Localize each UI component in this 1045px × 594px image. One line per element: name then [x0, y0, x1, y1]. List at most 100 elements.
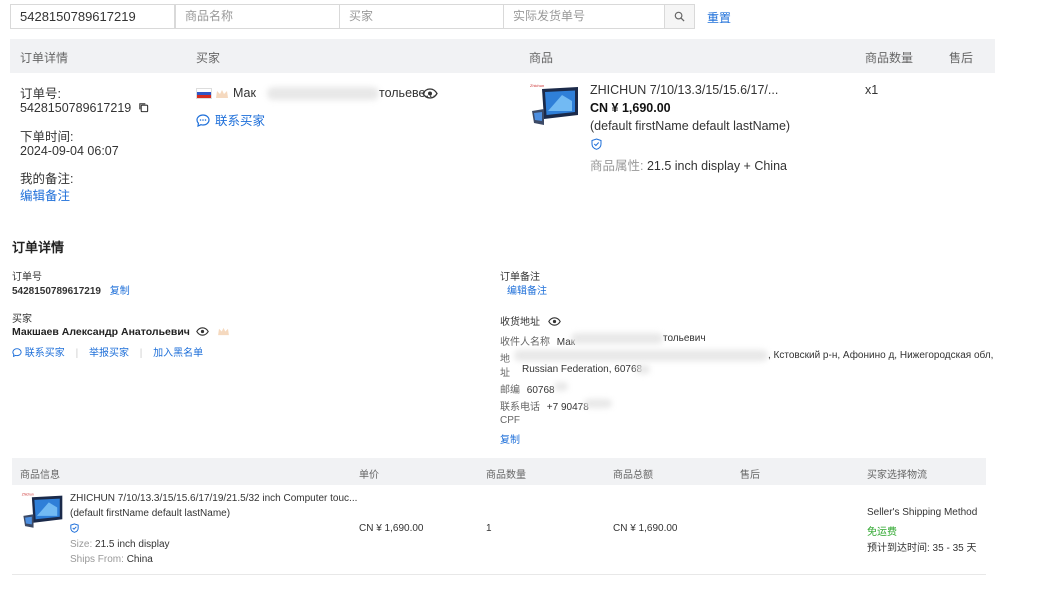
- detail-contact-buyer-label: 联系买家: [24, 348, 65, 359]
- product-title[interactable]: ZHICHUN 7/10/13.3/15/15.6/17/...: [590, 83, 780, 97]
- eye-icon[interactable]: [422, 88, 438, 99]
- col-product: 商品: [529, 51, 554, 65]
- report-buyer-link[interactable]: 举报买家: [89, 348, 129, 359]
- detail-buyer-label: 买家: [12, 314, 32, 325]
- item-size: Size: 21.5 inch display: [70, 539, 170, 550]
- col-item-after-sale: 售后: [740, 470, 760, 481]
- redacted-buyer-name: [267, 87, 379, 100]
- order-number-value: 5428150789617219: [20, 101, 132, 115]
- recipient-row: 收件人名称 Мак: [500, 333, 575, 348]
- buyer-actions: 联系买家 | 举报买家 | 加入黑名单: [12, 344, 203, 359]
- crown-icon: [217, 327, 229, 336]
- monitor-image: Zhichun: [530, 83, 578, 125]
- col-product-info: 商品信息: [20, 470, 60, 481]
- reset-link[interactable]: 重置: [707, 9, 731, 26]
- detail-edit-note-link[interactable]: 编辑备注: [507, 282, 547, 297]
- buyer-summary: Мак: [196, 86, 256, 100]
- ships-from-value: China: [126, 554, 153, 565]
- col-item-quantity: 商品数量: [486, 470, 526, 481]
- svg-text:Zhichun: Zhichun: [530, 83, 544, 88]
- order-table-header: 订单详情 买家 商品 商品数量 售后: [10, 39, 995, 73]
- address-line2: Russian Federation, 60768: [522, 364, 643, 375]
- eye-icon[interactable]: [547, 317, 561, 326]
- divider: |: [139, 348, 143, 359]
- contact-buyer-link[interactable]: 联系买家: [196, 110, 265, 129]
- address-label-1: 地: [500, 354, 510, 365]
- col-buyer: 买家: [196, 51, 221, 65]
- copy-address-link[interactable]: 复制: [500, 431, 520, 446]
- shipping-address-label: 收货地址: [500, 317, 540, 328]
- phone-label: 联系电话: [500, 402, 540, 413]
- shield-check-icon: [591, 138, 602, 150]
- chat-icon: [196, 114, 210, 127]
- copy-order-number-link[interactable]: 复制: [110, 286, 130, 297]
- item-quantity: 1: [486, 523, 492, 534]
- item-thumbnail[interactable]: Zhichun: [20, 489, 72, 533]
- edit-note-link[interactable]: 编辑备注: [20, 185, 70, 204]
- items-table-header: 商品信息 单价 商品数量 商品总额 售后 买家选择物流: [12, 458, 986, 485]
- detail-order-number-value: 5428150789617219: [12, 286, 101, 297]
- product-name-input[interactable]: 商品名称: [175, 4, 340, 29]
- detail-contact-buyer-link[interactable]: 联系买家: [12, 348, 68, 359]
- divider: |: [75, 348, 79, 359]
- section-title: 订单详情: [12, 240, 65, 255]
- shipment-number-input[interactable]: 实际发货单号: [503, 4, 665, 29]
- product-price: CN ¥ 1,690.00: [590, 101, 671, 115]
- order-number-input[interactable]: 5428150789617219: [10, 4, 175, 29]
- contact-buyer-label: 联系买家: [215, 114, 266, 128]
- redacted-recipient: [571, 333, 663, 344]
- redacted-phone: [584, 399, 612, 408]
- item-unit-price: CN ¥ 1,690.00: [359, 523, 424, 534]
- address-label-2: 址: [500, 368, 510, 379]
- add-blacklist-link[interactable]: 加入黑名单: [153, 348, 203, 359]
- size-label: Size:: [70, 539, 93, 550]
- eye-icon[interactable]: [195, 327, 209, 336]
- svg-text:Zhichun: Zhichun: [22, 493, 34, 497]
- redacted-zip: [636, 365, 650, 374]
- size-value: 21.5 inch display: [95, 539, 170, 550]
- free-shipping-badge: 免运费: [867, 527, 897, 538]
- item-ships-from: Ships From: China: [70, 554, 153, 565]
- col-unit-price: 单价: [359, 470, 379, 481]
- col-total: 商品总额: [613, 470, 653, 481]
- attr-label: 商品属性:: [590, 159, 644, 173]
- table-row: Zhichun ZHICHUN 7/10/13.3/15/15.6/17/19/…: [12, 485, 986, 575]
- detail-buyer-name: Макшаев Александр Анатольевич: [12, 326, 230, 338]
- recipient-end: тольевич: [663, 333, 706, 344]
- monitor-image: Zhichun: [22, 493, 63, 528]
- search-button[interactable]: [664, 4, 695, 29]
- col-after-sale: 售后: [949, 51, 974, 65]
- order-number-label: 订单号:: [20, 87, 61, 101]
- chat-icon: [12, 348, 22, 358]
- buyer-input[interactable]: 买家: [339, 4, 504, 29]
- col-quantity: 商品数量: [865, 51, 914, 65]
- address-line1: , Кстовский р-н, Афонино д, Нижегородска…: [768, 350, 994, 361]
- search-icon: [674, 11, 685, 22]
- zip-row: 邮编 60768: [500, 381, 555, 396]
- zip-label: 邮编: [500, 385, 520, 396]
- ships-from-label: Ships From:: [70, 554, 124, 565]
- buyer-full-name: Макшаев Александр Анатольевич: [12, 326, 190, 338]
- redacted-zip: [554, 382, 568, 391]
- estimated-arrival: 预计到达时间: 35 - 35 天: [867, 543, 977, 554]
- order-time: 2024-09-04 06:07: [20, 144, 119, 158]
- item-total: CN ¥ 1,690.00: [613, 523, 678, 534]
- crown-icon: [216, 89, 229, 98]
- detail-order-number-label: 订单号: [12, 272, 42, 283]
- copy-icon[interactable]: [138, 102, 149, 113]
- attr-value: 21.5 inch display + China: [646, 159, 787, 173]
- detail-order-number: 5428150789617219 复制: [12, 282, 130, 297]
- buyer-name-start: Мак: [232, 86, 256, 100]
- phone-value: +7 90478: [546, 402, 589, 413]
- order-row: 订单号: 5428150789617219 下单时间: 2024-09-04 0…: [10, 73, 995, 208]
- product-thumbnail[interactable]: Zhichun: [528, 81, 580, 125]
- item-variant: (default firstName default lastName): [70, 508, 231, 519]
- recipient-label: 收件人名称: [500, 337, 550, 348]
- product-attributes: 商品属性: 21.5 inch display + China: [590, 155, 787, 174]
- order-number: 5428150789617219: [20, 101, 149, 115]
- item-title[interactable]: ZHICHUN 7/10/13.3/15/15.6/17/19/21.5/32 …: [70, 493, 357, 504]
- product-quantity: x1: [865, 83, 879, 97]
- cpf-label: CPF: [500, 415, 520, 426]
- shipping-address-title: 收货地址: [500, 313, 561, 328]
- russia-flag-icon: [196, 88, 212, 100]
